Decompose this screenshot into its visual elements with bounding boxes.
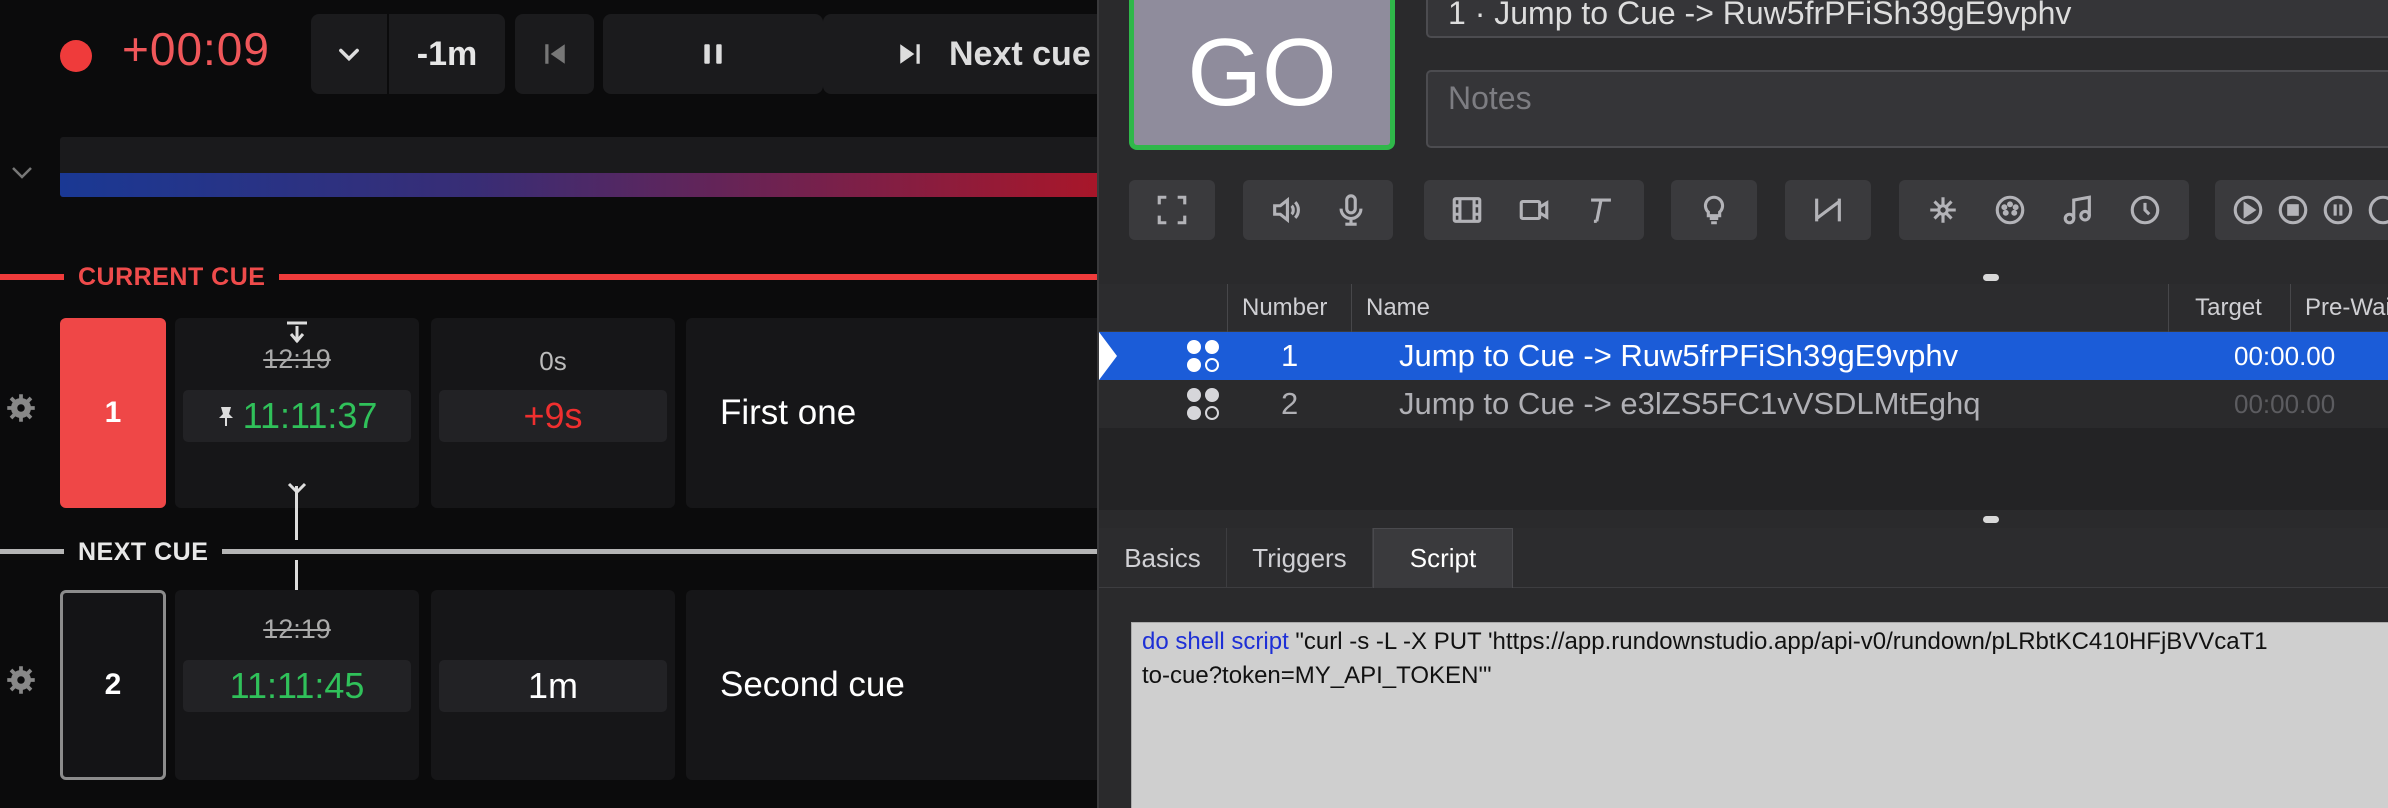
script-line-1: "curl -s -L -X PUT 'https://app.rundowns… (1288, 628, 2268, 655)
column-number[interactable]: Number (1227, 284, 1347, 332)
rundown-panel: +00:09 -1m Next cue CURRENT CUE 1 12:19 … (0, 0, 1097, 808)
elapsed-timer: +00:09 (122, 23, 270, 75)
microphone-icon[interactable] (1331, 190, 1371, 230)
tab-triggers[interactable]: Triggers (1227, 528, 1373, 588)
camera-icon[interactable] (1514, 190, 1554, 230)
start-time-value: 11:11:37 (242, 395, 378, 436)
next-cue-time-card[interactable]: 12:19 11:11:45 (175, 590, 419, 780)
pause-circle-icon[interactable] (2318, 190, 2358, 230)
scheduled-time: 12:19 (263, 344, 331, 374)
tab-script[interactable]: Script (1373, 528, 1513, 588)
cue-name: Jump to Cue -> e3lZS5FC1vVSDLMtEghq (1399, 386, 1981, 421)
cue-row[interactable]: 2 Jump to Cue -> e3lZS5FC1vVSDLMtEghq 00… (1099, 380, 2388, 428)
planned-duration: 0s (539, 346, 567, 376)
group-cue-icon (1187, 380, 1219, 428)
next-cue-duration-card[interactable]: 1m (431, 590, 675, 780)
lightbulb-icon[interactable] (1694, 190, 1734, 230)
current-cue-number[interactable]: 1 (60, 318, 166, 508)
fade-cue-group (1785, 180, 1871, 240)
fade-icon[interactable] (1808, 190, 1848, 230)
chevron-down-icon (339, 48, 359, 62)
video-cue-group (1424, 180, 1644, 240)
music-note-icon[interactable] (2058, 190, 2098, 230)
next-cue-settings-gear-icon[interactable] (6, 665, 35, 694)
fullscreen-group (1129, 180, 1215, 240)
go-button[interactable]: GO (1129, 0, 1395, 150)
notes-field[interactable]: Notes (1426, 70, 2388, 148)
skip-back-icon (544, 44, 565, 64)
skip-forward-icon (900, 44, 920, 64)
clock-icon[interactable] (2125, 190, 2165, 230)
pause-icon (704, 44, 722, 64)
cue-list: Number Name Target Pre-Wait 1 Jump to Cu… (1099, 284, 2388, 510)
qlab-window: GO 1 · Jump to Cue -> Ruw5frPFiSh39gE9vp… (1097, 0, 2388, 808)
next-cue-label: Next cue (949, 34, 1091, 73)
progress-toggle-icon[interactable] (10, 160, 34, 188)
cue-name: Jump to Cue -> Ruw5frPFiSh39gE9vphv (1399, 338, 1959, 373)
audio-cue-group (1243, 180, 1393, 240)
speaker-icon[interactable] (1266, 190, 1306, 230)
group-cue-icon (1187, 332, 1219, 380)
column-name[interactable]: Name (1351, 284, 2165, 332)
cue-row[interactable]: 1 Jump to Cue -> Ruw5frPFiSh39gE9vphv 00… (1099, 332, 2388, 380)
cue-prewait: 00:00.00 (2234, 340, 2336, 371)
pin-icon (218, 407, 233, 426)
column-prewait[interactable]: Pre-Wait (2290, 284, 2388, 332)
cue-list-header: Number Name Target Pre-Wait (1099, 284, 2388, 332)
play-circle-icon[interactable] (2228, 190, 2268, 230)
midi-icon[interactable] (1990, 190, 2030, 230)
link-arrow-icon (287, 482, 307, 495)
cue-prewait: 00:00.00 (2234, 388, 2336, 419)
script-line-2: to-cue?token=MY_API_TOKEN'" (1142, 662, 1492, 689)
current-cue-title[interactable]: First one (686, 318, 1097, 508)
cue-number: 2 (1281, 386, 1299, 421)
next-cue-button[interactable]: Next cue (823, 14, 1097, 94)
next-cue-title[interactable]: Second cue (686, 590, 1097, 780)
script-editor[interactable]: do shell script "curl -s -L -X PUT 'http… (1131, 622, 2388, 808)
pause-button[interactable] (603, 14, 823, 94)
hard-start-icon (287, 321, 307, 344)
subtract-minute-button[interactable]: -1m (389, 14, 505, 94)
cue-settings-gear-icon[interactable] (6, 393, 35, 422)
fullscreen-icon[interactable] (1152, 190, 1192, 230)
control-cue-group (1899, 180, 2189, 240)
playhead-marker-icon (1099, 332, 1117, 380)
splitter-handle-bottom[interactable] (1983, 516, 1999, 523)
previous-cue-button[interactable] (515, 14, 594, 94)
current-cue-time-card[interactable]: 12:19 11:11:37 (175, 318, 419, 508)
recording-indicator-icon (60, 40, 92, 72)
progress-fill (60, 173, 1097, 197)
cue-number: 1 (1281, 338, 1299, 373)
actual-start-time: 11:11:37 (183, 390, 411, 442)
next-cue-heading: NEXT CUE (64, 538, 223, 567)
current-cue-duration-card[interactable]: 0s +9s (431, 318, 675, 508)
load-circle-icon[interactable] (2363, 190, 2388, 230)
stop-circle-icon[interactable] (2273, 190, 2313, 230)
next-duration-value: 1m (439, 660, 667, 712)
light-cue-group (1671, 180, 1757, 240)
cue-name-display[interactable]: 1 · Jump to Cue -> Ruw5frPFiSh39gE9vphv (1426, 0, 2388, 38)
script-keyword: do shell script (1142, 628, 1289, 655)
film-icon[interactable] (1447, 190, 1487, 230)
column-target[interactable]: Target (2168, 284, 2288, 332)
progress-bar (60, 137, 1097, 197)
text-icon[interactable] (1581, 190, 1621, 230)
transport-cue-group (2215, 180, 2388, 240)
tab-basics[interactable]: Basics (1099, 528, 1227, 588)
inspector-tabs: Basics Triggers Script (1099, 528, 2388, 588)
network-icon[interactable] (1923, 190, 1963, 230)
timer-options-button[interactable] (311, 14, 387, 94)
splitter-handle-top[interactable] (1983, 274, 1999, 281)
overtime-value: +9s (439, 390, 667, 442)
column-prewait-label: Pre-Wait (2305, 294, 2388, 321)
next-start-time: 11:11:45 (183, 660, 411, 712)
next-cue-number[interactable]: 2 (60, 590, 166, 780)
current-cue-heading: CURRENT CUE (64, 263, 280, 292)
next-scheduled-time: 12:19 (263, 614, 331, 644)
